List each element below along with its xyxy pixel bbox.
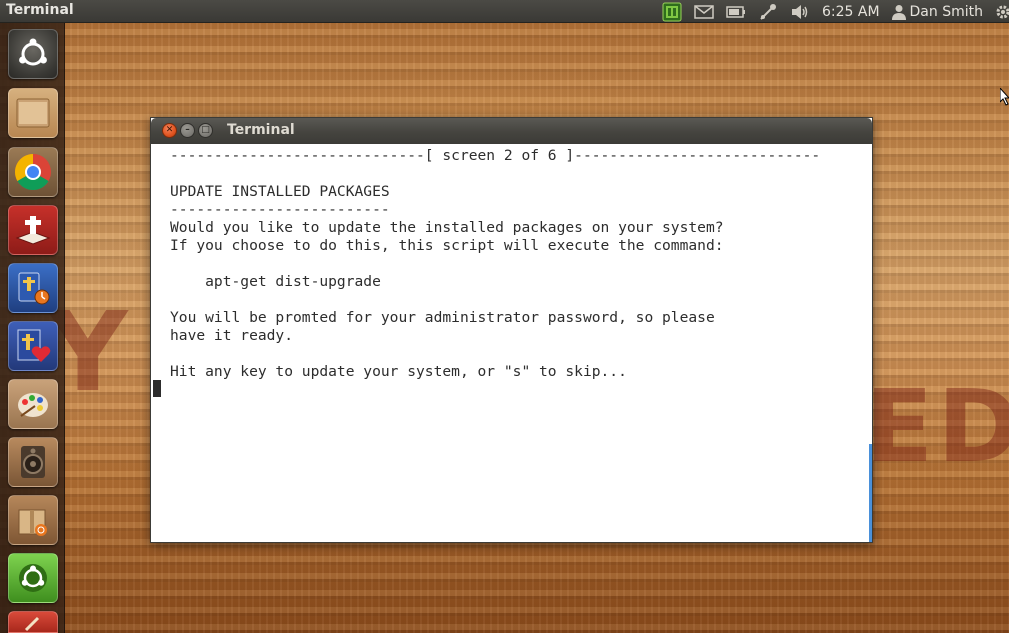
- volume-icon[interactable]: [790, 0, 810, 23]
- cross-heart-icon: [17, 329, 51, 362]
- active-app-title[interactable]: Terminal: [6, 2, 74, 18]
- terminal-line: -----------------------------[ screen 2 …: [170, 147, 821, 164]
- terminal-output[interactable]: -----------------------------[ screen 2 …: [151, 144, 872, 542]
- bluetooth-icon[interactable]: [758, 0, 778, 23]
- launcher-partial-app[interactable]: [8, 611, 58, 633]
- terminal-line: UPDATE INSTALLED PACKAGES: [170, 183, 390, 200]
- terminal-line: If you choose to do this, this script wi…: [170, 237, 724, 254]
- launcher-dash-home[interactable]: [8, 29, 58, 79]
- chrome-icon: [14, 154, 51, 191]
- bible-book-icon: [15, 216, 51, 245]
- terminal-line: You will be promted for your administrat…: [170, 309, 715, 326]
- launcher-chrome[interactable]: [8, 147, 58, 197]
- folder-icon: [16, 98, 50, 128]
- battery-icon[interactable]: [726, 0, 746, 23]
- minimize-button[interactable]: –: [180, 123, 195, 138]
- launcher: [0, 23, 65, 633]
- clock[interactable]: 6:25 AM: [822, 0, 880, 23]
- gear-icon[interactable]: [995, 0, 1009, 23]
- user-name: Dan Smith: [909, 3, 983, 20]
- launcher-paint[interactable]: [8, 379, 58, 429]
- terminal-line: have it ready.: [170, 327, 294, 344]
- scrollbar[interactable]: [869, 444, 872, 542]
- launcher-package-installer[interactable]: [8, 495, 58, 545]
- launcher-bible-study[interactable]: [8, 263, 58, 313]
- pencil-icon: [24, 616, 40, 632]
- terminal-line: apt-get dist-upgrade: [170, 273, 381, 290]
- maximize-button[interactable]: □: [198, 123, 213, 138]
- top-panel: Terminal 6:25 AM Dan Smith: [0, 0, 1009, 23]
- speaker-icon: [21, 446, 45, 478]
- window-title: Terminal: [227, 122, 295, 138]
- user-menu[interactable]: Dan Smith: [891, 0, 983, 23]
- terminal-line: Would you like to update the installed p…: [170, 219, 724, 236]
- terminal-window[interactable]: ✕ – □ Terminal -------------------------…: [150, 117, 873, 543]
- package-box-icon: [18, 509, 47, 536]
- ubuntu-logo-icon: [19, 38, 47, 66]
- launcher-bible-heart[interactable]: [8, 321, 58, 371]
- minimize-icon: –: [185, 125, 190, 135]
- close-button[interactable]: ✕: [162, 123, 177, 138]
- terminal-line: Hit any key to update your system, or "s…: [170, 363, 627, 380]
- close-icon: ✕: [165, 125, 174, 135]
- ubuntu-green-icon: [19, 564, 47, 592]
- window-titlebar[interactable]: ✕ – □ Terminal: [151, 118, 872, 144]
- terminal-text: -----------------------------[ screen 2 …: [170, 147, 820, 381]
- user-icon: [891, 4, 906, 20]
- mail-icon[interactable]: [694, 0, 714, 23]
- wallpaper-text-right: ED: [865, 368, 1009, 485]
- terminal-cursor: [153, 380, 161, 397]
- network-status-icon[interactable]: [662, 0, 682, 23]
- terminal-line: -------------------------: [170, 201, 390, 218]
- bible-clock-icon: [18, 272, 50, 305]
- launcher-bible-reader[interactable]: [8, 205, 58, 255]
- launcher-speaker-app[interactable]: [8, 437, 58, 487]
- paint-palette-icon: [18, 393, 48, 417]
- launcher-files[interactable]: [8, 88, 58, 138]
- maximize-icon: □: [201, 125, 210, 135]
- mouse-pointer-icon: [1000, 88, 1009, 106]
- launcher-ubuntu-software[interactable]: [8, 553, 58, 603]
- indicator-area: 6:25 AM Dan Smith: [662, 0, 1009, 23]
